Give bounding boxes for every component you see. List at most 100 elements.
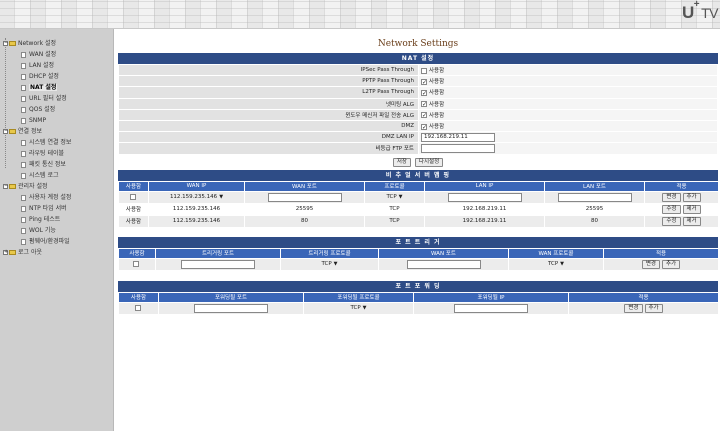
netmeeting-alg-checkbox[interactable]: ✓ xyxy=(421,101,427,108)
page-icon xyxy=(21,84,26,91)
port-trigger-title: 포 트 트 리 거 xyxy=(118,236,718,248)
col-header: WAN 포트 xyxy=(378,247,509,259)
change-button[interactable]: 변경 xyxy=(624,303,643,313)
add-button[interactable]: 추가 xyxy=(682,192,701,202)
table-row: TCP ▼ TCP ▼ 변경 추가 xyxy=(118,257,719,271)
dropdown-arrow-icon: ▼ xyxy=(219,193,224,200)
sidebar-tree: − Network 설정 WAN 설정 LAN 설정 DHCP 설정 NAT 설정… xyxy=(0,29,114,431)
sidebar-item-nat[interactable]: NAT 설정 xyxy=(0,82,113,93)
table-row: TCP ▼ 변경 추가 xyxy=(118,301,719,315)
sidebar-item-url-filter[interactable]: URL 필터 설정 xyxy=(0,93,113,104)
save-button[interactable]: 저장 xyxy=(392,157,411,167)
sidebar-group-network[interactable]: − Network 설정 xyxy=(0,38,113,49)
nat-label: 비등급 FTP 포트 xyxy=(118,142,419,155)
sidebar-item-lan[interactable]: LAN 설정 xyxy=(0,60,113,71)
nat-section-title: NAT 설정 xyxy=(118,53,718,64)
sidebar-item-qos[interactable]: QOS 설정 xyxy=(0,104,113,115)
edit-button[interactable]: 수정 xyxy=(662,216,681,226)
table-row: 사용함 112.159.235.146 80 TCP 192.168.219.1… xyxy=(118,214,719,228)
reset-button[interactable]: 다시설정 xyxy=(414,157,444,167)
use-checkbox[interactable] xyxy=(129,193,136,200)
col-header: 포워딩될 프로토콜 xyxy=(303,291,414,303)
nat-label: DMZ LAN IP xyxy=(118,131,419,144)
use-checkbox[interactable] xyxy=(134,304,141,311)
dropdown-arrow-icon: ▼ xyxy=(362,304,367,311)
col-header: LAN 포트 xyxy=(544,180,645,192)
delete-button[interactable]: 제거 xyxy=(682,204,701,214)
cell-wan-port: 80 xyxy=(244,214,365,228)
wan-port-input[interactable] xyxy=(267,192,342,202)
virtual-server-table: 사용함 WAN IP WAN 포트 프로토콜 LAN IP LAN 포트 적용 … xyxy=(118,180,719,228)
forward-protocol-select[interactable]: TCP ▼ xyxy=(350,305,366,311)
port-forward-title: 포 트 포 워 딩 xyxy=(118,280,718,292)
protocol-select[interactable]: TCP ▼ xyxy=(386,194,402,200)
trigger-protocol-select[interactable]: TCP ▼ xyxy=(321,261,337,267)
nat-label: 넷미팅 ALG xyxy=(118,97,419,110)
collapse-icon[interactable]: − xyxy=(3,41,8,46)
cell-protocol: TCP xyxy=(364,214,425,228)
sidebar-item-syslog[interactable]: 시스템 로그 xyxy=(0,170,113,181)
l2tp-checkbox[interactable]: ✓ xyxy=(421,89,427,96)
col-header: 프로토콜 xyxy=(364,180,425,192)
delete-button[interactable]: 제거 xyxy=(682,216,701,226)
sidebar-group-connection[interactable]: − 연결 정보 xyxy=(0,126,113,137)
pptp-checkbox[interactable]: ✓ xyxy=(421,78,427,85)
port-trigger-table: 사용함 트리거링 포트 트리거링 프로토콜 WAN 포트 WAN 프로토콜 적용… xyxy=(118,247,719,271)
lan-port-input[interactable] xyxy=(557,192,632,202)
wan-port-input[interactable] xyxy=(406,259,481,269)
sidebar-item-ntp[interactable]: NTP 타임 서버 xyxy=(0,203,113,214)
sidebar-item-firmware[interactable]: 펌웨어/환경파일 xyxy=(0,236,113,247)
sidebar-item-dhcp[interactable]: DHCP 설정 xyxy=(0,71,113,82)
sidebar-item-snmp[interactable]: SNMP xyxy=(0,115,113,126)
collapse-icon[interactable]: − xyxy=(3,184,8,189)
page-icon xyxy=(21,139,26,146)
change-button[interactable]: 변경 xyxy=(662,192,681,202)
change-button[interactable]: 변경 xyxy=(641,259,660,269)
forward-port-input[interactable] xyxy=(194,303,268,313)
page-icon xyxy=(21,106,26,113)
col-header: 사용함 xyxy=(118,180,149,192)
add-button[interactable]: 추가 xyxy=(662,259,681,269)
cell-lan-port: 80 xyxy=(544,214,645,228)
lan-ip-input[interactable] xyxy=(447,192,522,202)
col-header: 사용함 xyxy=(118,247,156,259)
add-button[interactable]: 추가 xyxy=(644,303,663,313)
sidebar-item-routing[interactable]: 라우팅 테이블 xyxy=(0,148,113,159)
use-checkbox[interactable] xyxy=(133,260,139,267)
cell-wan-ip: 112.159.235.146 xyxy=(148,214,245,228)
nat-label: PPTP Pass Through xyxy=(118,75,419,88)
nat-button-row: 저장 다시설정 xyxy=(118,155,718,170)
wan-protocol-select[interactable]: TCP ▼ xyxy=(548,261,564,267)
nat-value: ✓ 사용함 xyxy=(418,119,718,133)
expand-icon[interactable]: + xyxy=(3,250,8,255)
wan-ip-select[interactable]: 112.159.235.146 ▼ xyxy=(170,194,223,200)
nat-value: ✓ 사용함 xyxy=(418,75,718,88)
sidebar-item-wol[interactable]: WOL 기능 xyxy=(0,225,113,236)
edit-button[interactable]: 수정 xyxy=(662,204,681,214)
ipsec-checkbox[interactable] xyxy=(421,67,427,74)
messenger-alg-checkbox[interactable]: ✓ xyxy=(421,112,427,119)
nat-label: IPSec Pass Through xyxy=(118,63,419,77)
sidebar-item-wan[interactable]: WAN 설정 xyxy=(0,49,113,60)
sidebar-item-user-account[interactable]: 사용자 계정 설정 xyxy=(0,192,113,203)
folder-icon xyxy=(9,41,16,46)
dmz-lan-ip-input[interactable]: 192.168.219.11 xyxy=(421,132,495,142)
sidebar-item-packet[interactable]: 패킷 통신 정보 xyxy=(0,159,113,170)
utv-logo: U+TV xyxy=(681,0,719,22)
sidebar-item-ping[interactable]: Ping 테스트 xyxy=(0,214,113,225)
col-header: WAN 포트 xyxy=(244,180,365,192)
col-header: 포워딩될 포트 xyxy=(158,291,304,303)
trigger-port-input[interactable] xyxy=(181,259,255,269)
ftp-port-input[interactable] xyxy=(421,143,495,153)
sidebar-group-admin[interactable]: − 관리자 설정 xyxy=(0,181,113,192)
dmz-checkbox[interactable]: ✓ xyxy=(421,123,427,130)
forward-ip-input[interactable] xyxy=(454,303,528,313)
page-icon xyxy=(21,62,26,69)
folder-icon xyxy=(9,129,16,134)
sidebar-group-logout[interactable]: + 로그 아웃 xyxy=(0,247,113,258)
collapse-icon[interactable]: − xyxy=(3,129,8,134)
dropdown-arrow-icon: ▼ xyxy=(560,260,565,267)
sidebar-item-sys-conn[interactable]: 시스템 연결 정보 xyxy=(0,137,113,148)
col-header: WAN IP xyxy=(148,180,245,192)
page-icon xyxy=(21,216,26,223)
